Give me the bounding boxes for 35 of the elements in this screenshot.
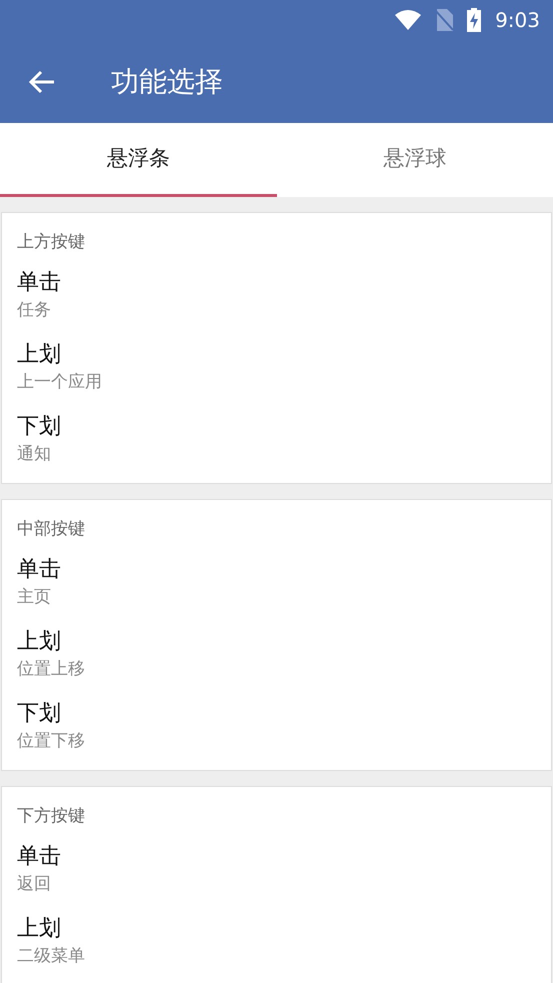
settings-item[interactable]: 下划 通知 — [2, 403, 551, 475]
item-label: 下划 — [17, 700, 61, 728]
item-label: 单击 — [17, 269, 61, 297]
section-title: 上方按键 — [16, 231, 86, 254]
tab[interactable]: 悬浮球 — [276, 123, 553, 197]
item-label: 单击 — [17, 843, 61, 871]
back-arrow-icon — [29, 70, 55, 94]
item-label: 单击 — [17, 556, 61, 584]
section-title: 中部按键 — [16, 518, 86, 541]
settings-item[interactable]: 上划 二级菜单 — [2, 905, 551, 977]
item-label: 上划 — [17, 341, 61, 369]
settings-item[interactable]: 下划 位置下移 — [2, 690, 551, 762]
settings-item[interactable]: 上划 上一个应用 — [2, 331, 551, 403]
item-value: 任务 — [17, 299, 51, 322]
page-title: 功能选择 — [111, 64, 223, 100]
item-value: 上一个应用 — [17, 371, 102, 394]
settings-item[interactable]: 单击 主页 — [2, 546, 551, 618]
item-label: 下划 — [17, 413, 61, 441]
item-label: 上划 — [17, 915, 61, 943]
tab[interactable]: 悬浮条 — [0, 123, 276, 197]
wifi-icon — [395, 10, 422, 30]
item-value: 通知 — [17, 443, 51, 466]
battery-charging-icon — [467, 8, 482, 32]
no-sim-icon — [435, 9, 454, 31]
item-value: 主页 — [17, 586, 51, 609]
section-title: 下方按键 — [16, 805, 86, 828]
settings-item[interactable]: 单击 任务 — [2, 259, 551, 331]
item-value: 位置下移 — [17, 730, 85, 753]
item-value: 位置上移 — [17, 658, 85, 681]
item-value: 返回 — [17, 873, 51, 896]
item-label: 上划 — [17, 628, 61, 656]
status-time: 9:03 — [495, 7, 540, 34]
item-value: 二级菜单 — [17, 945, 85, 968]
settings-item[interactable]: 单击 返回 — [2, 833, 551, 905]
settings-item[interactable]: 上划 位置上移 — [2, 618, 551, 690]
